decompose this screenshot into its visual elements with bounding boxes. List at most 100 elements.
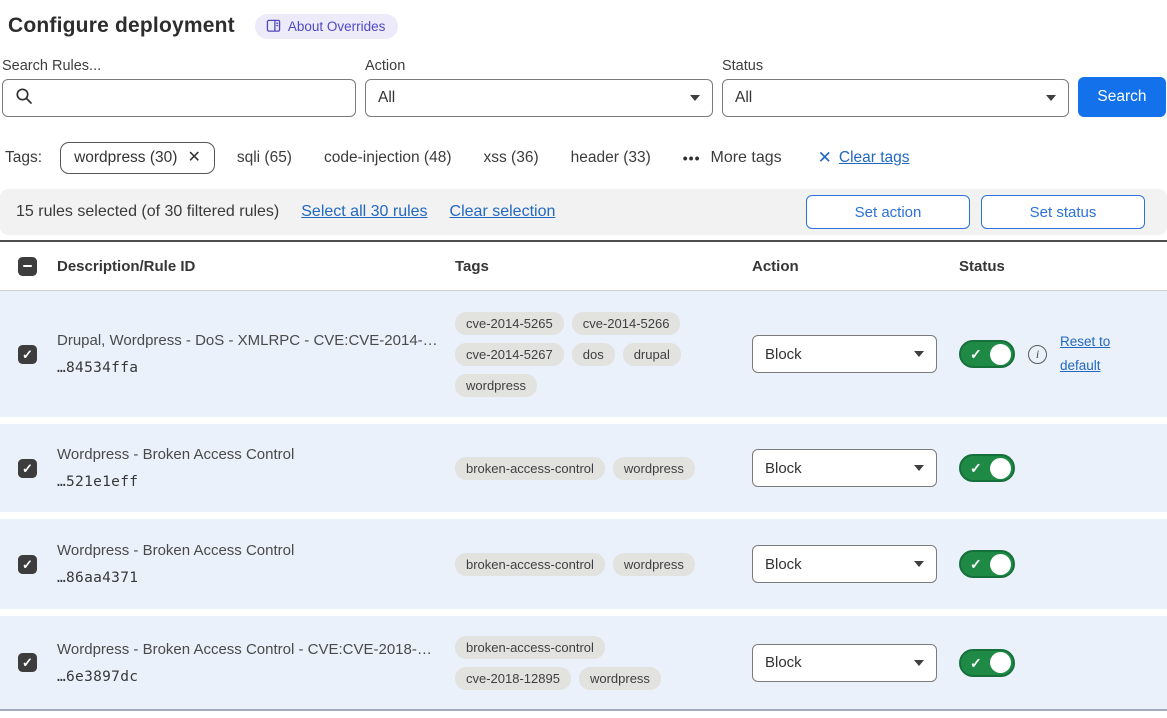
page-title: Configure deployment bbox=[8, 14, 235, 38]
column-header-action: Action bbox=[752, 258, 959, 275]
tag-badge: wordpress bbox=[455, 374, 537, 397]
action-filter-label: Action bbox=[365, 58, 713, 74]
rule-id: …86aa4371 bbox=[57, 570, 445, 586]
table-row: ✓ Wordpress - Broken Access Control …521… bbox=[0, 424, 1167, 512]
action-select-value: Block bbox=[765, 556, 802, 573]
selected-tag-wordpress[interactable]: wordpress (30) ✕ bbox=[60, 142, 215, 174]
rule-description: Drupal, Wordpress - DoS - XMLRPC - CVE:C… bbox=[57, 332, 445, 349]
tag-badge: broken-access-control bbox=[455, 636, 605, 659]
rule-tags: broken-access-control wordpress bbox=[455, 553, 705, 576]
select-all-checkbox[interactable] bbox=[18, 257, 37, 276]
chevron-down-icon bbox=[1046, 95, 1056, 101]
tag-badge: wordpress bbox=[613, 457, 695, 480]
status-toggle[interactable]: ✓ bbox=[959, 454, 1015, 482]
status-filter-select[interactable]: All bbox=[722, 79, 1069, 117]
search-icon bbox=[15, 87, 33, 110]
rule-tags: cve-2014-5265 cve-2014-5266 cve-2014-526… bbox=[455, 312, 705, 397]
close-icon: ✕ bbox=[818, 148, 832, 168]
search-button[interactable]: Search bbox=[1078, 77, 1166, 117]
status-filter-value: All bbox=[735, 89, 752, 107]
rule-tags: broken-access-control cve-2018-12895 wor… bbox=[455, 636, 705, 690]
table-row: ✓ Wordpress - Broken Access Control …86a… bbox=[0, 519, 1167, 609]
set-action-button[interactable]: Set action bbox=[806, 195, 970, 229]
search-rules-label: Search Rules... bbox=[2, 58, 356, 74]
table-row: ✓ Drupal, Wordpress - DoS - XMLRPC - CVE… bbox=[0, 291, 1167, 417]
about-overrides-badge[interactable]: About Overrides bbox=[255, 14, 399, 39]
clear-tags-link[interactable]: ✕ Clear tags bbox=[818, 148, 910, 168]
tag-option-sqli[interactable]: sqli (65) bbox=[237, 149, 292, 167]
action-filter-select[interactable]: All bbox=[365, 79, 713, 117]
column-header-description: Description/Rule ID bbox=[57, 258, 455, 275]
search-rules-input[interactable] bbox=[42, 90, 343, 107]
action-select-value: Block bbox=[765, 460, 802, 477]
more-tags-button[interactable]: ••• More tags bbox=[683, 149, 782, 167]
row-checkbox[interactable]: ✓ bbox=[18, 345, 37, 364]
tag-badge: broken-access-control bbox=[455, 457, 605, 480]
tag-badge: dos bbox=[572, 343, 615, 366]
action-select-value: Block bbox=[765, 654, 802, 671]
tag-option-xss[interactable]: xss (36) bbox=[484, 149, 539, 167]
rule-id: …84534ffa bbox=[57, 360, 445, 376]
clear-selection-link[interactable]: Clear selection bbox=[450, 203, 556, 221]
tag-badge: cve-2014-5267 bbox=[455, 343, 564, 366]
about-overrides-label: About Overrides bbox=[288, 19, 386, 34]
rule-description: Wordpress - Broken Access Control bbox=[57, 542, 445, 559]
row-checkbox[interactable]: ✓ bbox=[18, 653, 37, 672]
column-header-status: Status bbox=[959, 258, 1167, 275]
action-select[interactable]: Block bbox=[752, 545, 937, 583]
action-select[interactable]: Block bbox=[752, 644, 937, 682]
chevron-down-icon bbox=[914, 561, 924, 567]
tag-option-header[interactable]: header (33) bbox=[571, 149, 651, 167]
row-checkbox[interactable]: ✓ bbox=[18, 555, 37, 574]
clear-tags-label: Clear tags bbox=[839, 149, 910, 167]
action-select-value: Block bbox=[765, 346, 802, 363]
rule-id: …6e3897dc bbox=[57, 669, 445, 685]
filter-bar: Search Rules... Action All Status bbox=[0, 58, 1167, 117]
chevron-down-icon bbox=[914, 351, 924, 357]
status-toggle[interactable]: ✓ bbox=[959, 340, 1015, 368]
action-select[interactable]: Block bbox=[752, 335, 937, 373]
tags-bar: Tags: wordpress (30) ✕ sqli (65) code-in… bbox=[0, 140, 1167, 176]
row-checkbox[interactable]: ✓ bbox=[18, 459, 37, 478]
tags-label: Tags: bbox=[5, 149, 42, 167]
ellipsis-icon: ••• bbox=[683, 150, 701, 166]
tag-badge: broken-access-control bbox=[455, 553, 605, 576]
selection-summary: 15 rules selected (of 30 filtered rules) bbox=[16, 203, 279, 221]
configure-deployment-page: Configure deployment About Overrides Sea… bbox=[0, 0, 1167, 718]
table-row: ✓ Wordpress - Broken Access Control - CV… bbox=[0, 616, 1167, 709]
status-toggle[interactable]: ✓ bbox=[959, 550, 1015, 578]
tag-badge: drupal bbox=[623, 343, 681, 366]
tag-badge: cve-2014-5266 bbox=[572, 312, 681, 335]
selected-tag-label: wordpress (30) bbox=[74, 149, 177, 167]
action-filter-value: All bbox=[378, 89, 395, 107]
rule-tags: broken-access-control wordpress bbox=[455, 457, 705, 480]
column-header-tags: Tags bbox=[455, 258, 752, 275]
remove-tag-icon[interactable]: ✕ bbox=[187, 150, 200, 166]
search-rules-input-wrap bbox=[2, 79, 356, 117]
more-tags-label: More tags bbox=[710, 149, 781, 167]
select-all-rules-link[interactable]: Select all 30 rules bbox=[301, 203, 427, 221]
selection-bar: 15 rules selected (of 30 filtered rules)… bbox=[0, 189, 1167, 235]
tag-badge: wordpress bbox=[579, 667, 661, 690]
rules-table: Description/Rule ID Tags Action Status ✓… bbox=[0, 240, 1167, 711]
check-icon: ✓ bbox=[970, 655, 982, 672]
title-bar: Configure deployment About Overrides bbox=[0, 10, 1167, 42]
check-icon: ✓ bbox=[970, 346, 982, 363]
tag-badge: cve-2014-5265 bbox=[455, 312, 564, 335]
tag-option-code-injection[interactable]: code-injection (48) bbox=[324, 149, 452, 167]
table-header-row: Description/Rule ID Tags Action Status bbox=[0, 240, 1167, 291]
tag-badge: wordpress bbox=[613, 553, 695, 576]
table-bottom-divider bbox=[0, 709, 1167, 711]
chevron-down-icon bbox=[914, 660, 924, 666]
status-toggle[interactable]: ✓ bbox=[959, 649, 1015, 677]
rule-description: Wordpress - Broken Access Control bbox=[57, 446, 445, 463]
chevron-down-icon bbox=[914, 465, 924, 471]
status-filter-label: Status bbox=[722, 58, 1069, 74]
check-icon: ✓ bbox=[970, 460, 982, 477]
info-icon[interactable]: i bbox=[1028, 345, 1047, 364]
reset-to-default-link[interactable]: Reset to default bbox=[1060, 330, 1122, 377]
rule-description: Wordpress - Broken Access Control - CVE:… bbox=[57, 641, 445, 658]
chevron-down-icon bbox=[690, 95, 700, 101]
set-status-button[interactable]: Set status bbox=[981, 195, 1145, 229]
action-select[interactable]: Block bbox=[752, 449, 937, 487]
